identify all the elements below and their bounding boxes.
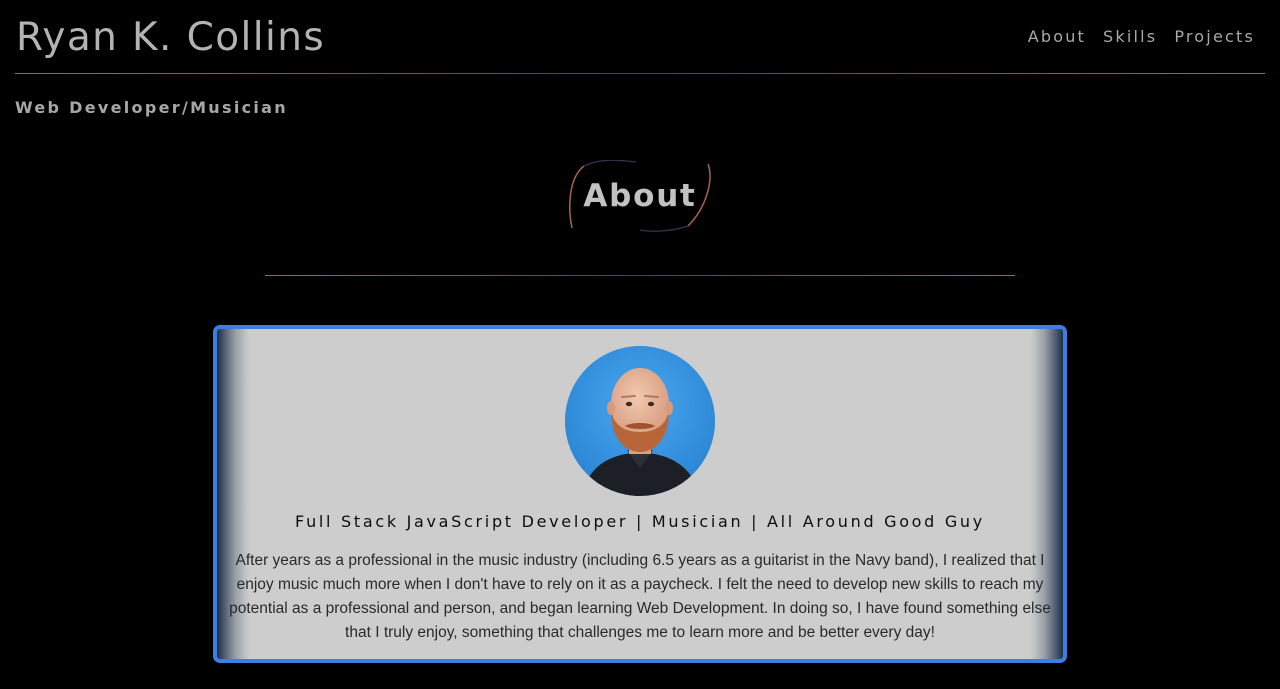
nav-link-about[interactable]: About [1028,27,1086,47]
nav-link-skills[interactable]: Skills [1103,27,1157,47]
avatar [565,346,715,496]
tagline: Web Developer/Musician [15,98,288,117]
section-divider [265,275,1015,276]
nav-link-projects[interactable]: Projects [1174,27,1255,47]
about-section-title: About [583,178,697,214]
about-card: Full Stack JavaScript Developer | Musici… [213,325,1067,663]
header-divider [15,73,1265,74]
site-header: Ryan K. Collins About Skills Projects [15,0,1265,75]
about-card-text: After years as a professional in the mus… [229,552,1051,641]
about-card-subtitle: Full Stack JavaScript Developer | Musici… [295,512,985,531]
main-nav: About Skills Projects [1028,27,1255,47]
profile-photo [565,346,715,496]
site-title[interactable]: Ryan K. Collins [16,14,325,62]
